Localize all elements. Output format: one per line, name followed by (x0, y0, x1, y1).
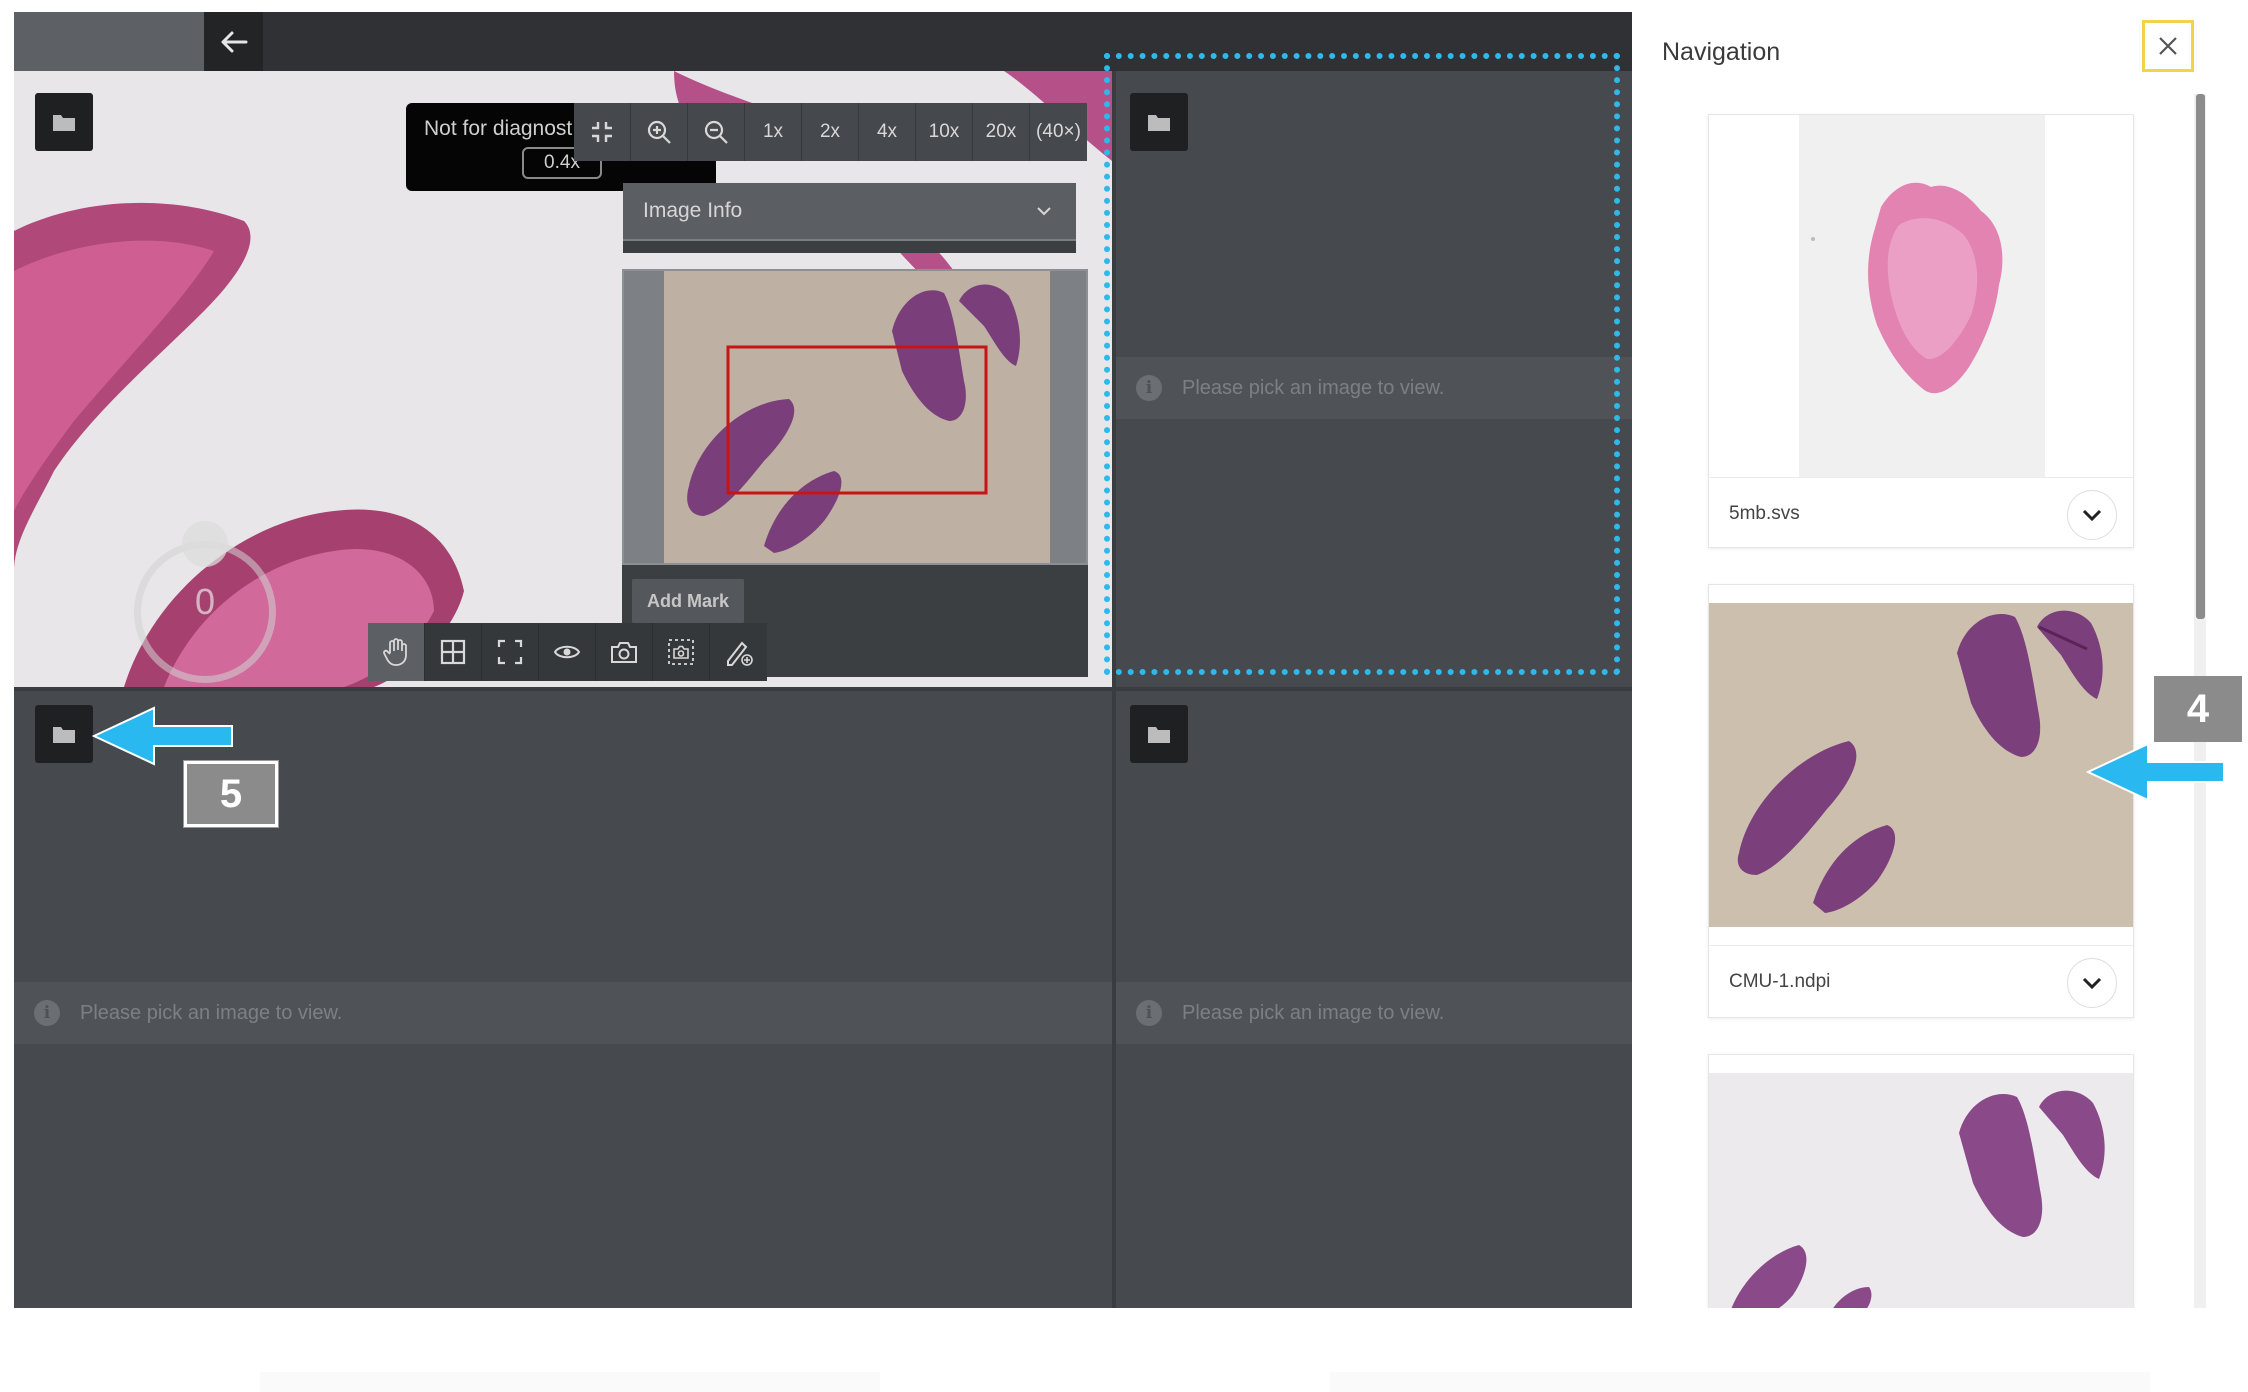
slide-viewer-app: 0 Not for diagnost 0.4x 1x 2x 4x 10x 20x… (14, 12, 2207, 1308)
folder-button[interactable] (35, 705, 93, 763)
navigation-panel: Navigation 5mb.svs CMU-1.ndpi (1632, 12, 2207, 1308)
folder-icon (1148, 115, 1170, 131)
info-icon: i (1136, 1000, 1162, 1026)
chevron-down-icon (2082, 509, 2102, 522)
fullscreen-button[interactable] (482, 623, 539, 681)
callout-label-4: 4 (2154, 676, 2242, 742)
slide-card-footer: CMU-1.ndpi (1709, 945, 2133, 1017)
rotation-knob[interactable] (182, 521, 228, 567)
slide-thumbnail (1709, 115, 2133, 477)
eye-icon (553, 645, 581, 659)
slide-card-footer: 5mb.svs (1709, 477, 2133, 549)
info-icon: i (1136, 375, 1162, 401)
bottom-shadow-left (260, 1372, 880, 1392)
fullscreen-icon (497, 639, 523, 665)
expand-slide-button[interactable] (2067, 958, 2117, 1008)
zoom-controls: 1x 2x 4x 10x 20x (40×) (574, 103, 1087, 161)
grid-layout-button[interactable] (425, 623, 482, 681)
close-icon (2159, 37, 2177, 55)
back-button[interactable] (204, 12, 263, 71)
grid-icon (440, 639, 466, 665)
top-bar-logo-area (14, 12, 204, 71)
close-button[interactable] (2142, 20, 2194, 72)
slide-card[interactable]: 5mb.svs (1708, 114, 2134, 548)
pan-tool-button[interactable] (368, 623, 425, 681)
zoom-1x-button[interactable]: 1x (745, 103, 802, 161)
folder-button[interactable] (1130, 705, 1188, 763)
slide-name: CMU-1.ndpi (1729, 970, 1831, 992)
image-info-dropdown[interactable]: Image Info (623, 183, 1076, 241)
zoom-out-button[interactable] (688, 103, 745, 161)
viewport-bottom-left[interactable]: i Please pick an image to view. (14, 691, 1112, 1308)
disclaimer-text: Not for diagnost (424, 117, 573, 140)
empty-message-text: Please pick an image to view. (1182, 1001, 1445, 1024)
viewport-bottom-right[interactable]: i Please pick an image to view. (1116, 691, 1632, 1308)
zoom-40x-button[interactable]: (40×) (1030, 103, 1087, 161)
callout-label-5: 5 (183, 760, 279, 828)
region-capture-icon (668, 639, 694, 665)
image-info-strip (623, 241, 1076, 253)
pen-icon (726, 641, 753, 666)
slide-thumbnail (1709, 603, 2133, 927)
rotation-value: 0 (194, 581, 216, 622)
slide-card[interactable] (1708, 1054, 2134, 1308)
zoom-4x-button[interactable]: 4x (859, 103, 916, 161)
folder-icon (53, 115, 75, 131)
chevron-down-icon (1037, 207, 1051, 216)
viewport-top-right[interactable]: i Please pick an image to view. (1116, 71, 1632, 687)
expand-slide-button[interactable] (2067, 490, 2117, 540)
arrow-left-icon (221, 31, 247, 52)
viewport-top-left[interactable]: 0 Not for diagnost 0.4x 1x 2x 4x 10x 20x… (14, 71, 1112, 687)
slide-name: 5mb.svs (1729, 502, 1800, 524)
slide-thumbnail (1709, 1073, 2133, 1308)
fit-to-screen-button[interactable] (574, 103, 631, 161)
top-bar (14, 12, 1632, 71)
hand-icon (383, 638, 407, 666)
image-info-label: Image Info (643, 199, 743, 222)
info-icon: i (34, 1000, 60, 1026)
zoom-out-icon (704, 120, 728, 144)
empty-viewport-message: i Please pick an image to view. (1116, 357, 1632, 419)
zoom-20x-button[interactable]: 20x (973, 103, 1030, 161)
bottom-shadow-right (1330, 1372, 2150, 1392)
annotate-button[interactable] (710, 623, 767, 681)
callout-arrow-4 (2086, 742, 2225, 802)
folder-button[interactable] (35, 93, 93, 151)
navigation-title: Navigation (1662, 38, 1781, 66)
folder-icon (1148, 727, 1170, 743)
region-capture-button[interactable] (653, 623, 710, 681)
snapshot-button[interactable] (596, 623, 653, 681)
empty-message-text: Please pick an image to view. (1182, 376, 1445, 399)
zoom-2x-button[interactable]: 2x (802, 103, 859, 161)
zoom-in-button[interactable] (631, 103, 688, 161)
folder-icon (53, 727, 75, 743)
visibility-button[interactable] (539, 623, 596, 681)
empty-viewport-message: i Please pick an image to view. (14, 982, 1112, 1044)
overview-map[interactable] (622, 269, 1088, 565)
overview-thumbnail (664, 271, 1050, 563)
camera-icon (611, 642, 637, 663)
callout-arrow-5 (91, 706, 233, 766)
navigation-scrollbar-thumb[interactable] (2196, 94, 2205, 619)
zoom-10x-button[interactable]: 10x (916, 103, 973, 161)
empty-viewport-message: i Please pick an image to view. (1116, 982, 1632, 1044)
tool-strip (368, 623, 767, 681)
zoom-in-icon (647, 120, 671, 144)
fit-to-screen-icon (592, 122, 612, 142)
chevron-down-icon (2082, 977, 2102, 990)
add-mark-button[interactable]: Add Mark (632, 579, 744, 623)
empty-message-text: Please pick an image to view. (80, 1001, 343, 1024)
folder-button[interactable] (1130, 93, 1188, 151)
viewport-divider-horizontal[interactable] (14, 687, 1632, 691)
slide-card[interactable]: CMU-1.ndpi (1708, 584, 2134, 1018)
